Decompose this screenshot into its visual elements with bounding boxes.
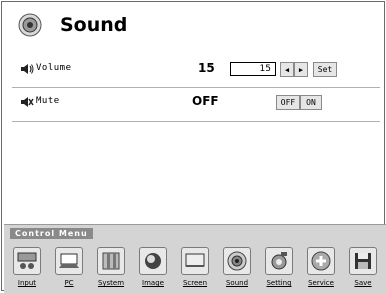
menu-item-image[interactable]: Image [134, 247, 172, 287]
volume-input[interactable]: 15 [230, 62, 276, 76]
menu-item-label: PC [64, 279, 74, 287]
menu-item-label: System [97, 279, 125, 287]
mute-value: OFF [192, 94, 219, 108]
menu-item-service[interactable]: Service [302, 247, 340, 287]
row-divider [12, 87, 380, 88]
menu-item-input[interactable]: Input [8, 247, 46, 287]
volume-label: Volume [36, 63, 72, 73]
system-icon [97, 247, 125, 275]
menu-item-label: Save [354, 279, 372, 287]
menu-item-label: Input [17, 279, 37, 287]
mute-on-button[interactable]: ON [300, 95, 322, 110]
menu-item-system[interactable]: System [92, 247, 130, 287]
service-icon [307, 247, 335, 275]
volume-icon [21, 64, 34, 74]
sound-icon [223, 247, 251, 275]
control-menu: Control Menu Input PC System Image Scree… [4, 224, 386, 293]
menu-item-label: Sound [225, 279, 249, 287]
menu-item-label: Screen [182, 279, 208, 287]
page-frame: Sound Volume 15 15 ◀ ▶ Set Mute OFF OFF … [1, 1, 386, 293]
page-title: Sound [60, 14, 128, 36]
mute-row: Mute OFF OFF ON [16, 91, 380, 115]
menu-item-pc[interactable]: PC [50, 247, 88, 287]
speaker-icon [18, 13, 42, 37]
menu-item-label: Image [142, 279, 164, 287]
save-icon [349, 247, 377, 275]
volume-decrease-button[interactable]: ◀ [280, 62, 294, 77]
control-menu-title: Control Menu [10, 228, 93, 239]
pc-icon [55, 247, 83, 275]
menu-item-sound[interactable]: Sound [218, 247, 256, 287]
mute-label: Mute [36, 96, 60, 106]
menu-item-save[interactable]: Save [344, 247, 382, 287]
menu-item-screen[interactable]: Screen [176, 247, 214, 287]
menu-item-label: Service [308, 279, 334, 287]
screen-icon [181, 247, 209, 275]
arrow-right-icon: ▶ [298, 65, 304, 74]
input-icon [13, 247, 41, 275]
image-icon [139, 247, 167, 275]
volume-set-button[interactable]: Set [313, 62, 337, 77]
arrow-left-icon: ◀ [284, 65, 290, 74]
menu-item-setting[interactable]: Setting [260, 247, 298, 287]
volume-increase-button[interactable]: ▶ [294, 62, 308, 77]
mute-icon [21, 97, 34, 107]
setting-icon [265, 247, 293, 275]
row-divider [12, 121, 380, 122]
page-header: Sound [18, 10, 127, 40]
mute-off-button[interactable]: OFF [276, 95, 300, 110]
volume-value: 15 [198, 61, 215, 75]
volume-row: Volume 15 15 ◀ ▶ Set [16, 58, 380, 82]
menu-item-label: Setting [266, 279, 292, 287]
